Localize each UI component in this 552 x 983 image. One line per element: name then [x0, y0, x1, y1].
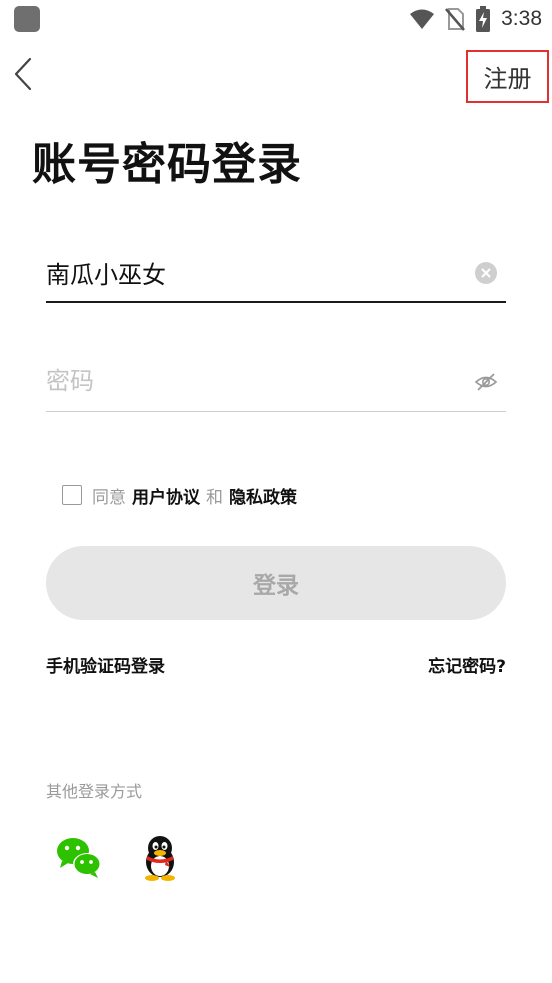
- login-screen: 3:38 注册 账号密码登录 南瓜小巫女 同意 用户协议 和 隐私政策 登录 手…: [0, 0, 552, 983]
- page-title: 账号密码登录: [32, 139, 302, 190]
- battery-charging-icon: [476, 6, 491, 32]
- wechat-login-button[interactable]: [54, 834, 104, 880]
- agreement-row: 同意 用户协议 和 隐私政策: [62, 482, 303, 508]
- other-login-label: 其他登录方式: [46, 782, 143, 801]
- clear-circle-icon: [475, 262, 497, 284]
- status-icons: 3:38: [409, 4, 542, 34]
- and-text: 和: [206, 487, 223, 508]
- username-field: [46, 243, 506, 303]
- wifi-icon: [410, 9, 435, 29]
- status-bar: 3:38: [0, 0, 552, 40]
- login-button[interactable]: 登录: [46, 546, 506, 620]
- username-input[interactable]: [46, 243, 446, 301]
- privacy-policy-link[interactable]: 隐私政策: [229, 483, 297, 508]
- qq-login-button[interactable]: [138, 834, 182, 882]
- register-button[interactable]: 注册: [466, 50, 549, 103]
- chevron-left-icon: [14, 57, 32, 91]
- eye-off-icon: [474, 373, 498, 391]
- back-button[interactable]: [10, 56, 44, 92]
- app-notification-icon: [14, 6, 40, 32]
- agreement-checkbox[interactable]: [62, 485, 82, 505]
- clear-input-button[interactable]: [474, 261, 498, 285]
- sms-login-link[interactable]: 手机验证码登录: [46, 652, 165, 677]
- qq-icon: [145, 836, 175, 881]
- user-agreement-link[interactable]: 用户协议: [132, 483, 200, 508]
- forgot-password-link[interactable]: 忘记密码?: [428, 652, 506, 677]
- password-field: [46, 352, 506, 412]
- no-sim-icon: [445, 8, 466, 31]
- password-visibility-toggle[interactable]: [474, 370, 498, 394]
- status-time: 3:38: [501, 7, 542, 30]
- agree-text: 同意: [92, 487, 126, 508]
- wechat-icon: [57, 838, 101, 878]
- password-input[interactable]: [46, 352, 446, 410]
